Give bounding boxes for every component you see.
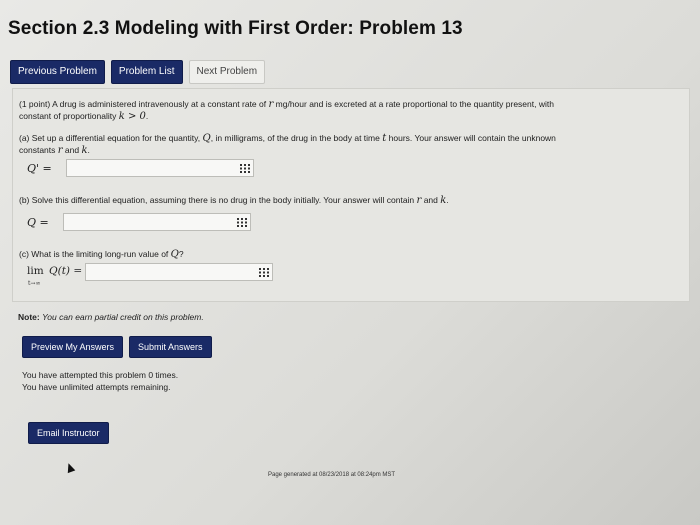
webwork-page: Section 2.3 Modeling with First Order: P…	[0, 0, 700, 525]
part-a-prompt-line2: constants r and k.	[19, 145, 90, 156]
equation-editor-grid-icon[interactable]	[235, 216, 249, 228]
answer-actions: Preview My Answers Submit Answers	[22, 336, 212, 358]
partial-credit-note: Note: You can earn partial credit on thi…	[18, 312, 204, 322]
problem-panel: (1 point) A drug is administered intrave…	[12, 88, 690, 302]
equation-editor-grid-icon[interactable]	[238, 162, 252, 174]
part-a-label: Q' =	[27, 161, 52, 175]
part-b-answer-row: Q =	[27, 213, 251, 231]
problem-intro-line2: constant of proportionality k > 0.	[19, 111, 149, 122]
part-b-answer-input[interactable]	[62, 213, 251, 231]
part-a-answer-input[interactable]	[65, 159, 254, 177]
part-a-prompt: (a) Set up a differential equation for t…	[19, 133, 556, 144]
equation-editor-grid-icon[interactable]	[257, 266, 271, 278]
page-generated-footer: Page generated at 08/23/2018 at 08:24pm …	[268, 472, 396, 478]
part-b-label: Q =	[27, 215, 49, 229]
next-problem-button[interactable]: Next Problem	[188, 60, 266, 84]
part-c-function: Q(t) =	[49, 265, 83, 277]
part-c-answer-input[interactable]	[85, 263, 273, 281]
part-c-lim: lim	[27, 265, 44, 277]
submit-answers-button[interactable]: Submit Answers	[129, 336, 212, 358]
preview-answers-button[interactable]: Preview My Answers	[22, 336, 124, 358]
email-instructor-button[interactable]: Email Instructor	[28, 422, 109, 444]
problem-intro-line1: (1 point) A drug is administered intrave…	[19, 99, 554, 110]
problem-navigation: Previous Problem Problem List Next Probl…	[10, 60, 266, 84]
part-c-answer-row	[85, 263, 273, 281]
page-title: Section 2.3 Modeling with First Order: P…	[8, 18, 463, 39]
previous-problem-button[interactable]: Previous Problem	[10, 60, 105, 84]
part-c-limit-subscript: t→∞	[28, 280, 41, 287]
part-b-prompt: (b) Solve this differential equation, as…	[19, 195, 449, 206]
part-c-prompt: (c) What is the limiting long-run value …	[19, 249, 184, 260]
problem-list-button[interactable]: Problem List	[110, 60, 183, 84]
attempts-status: You have attempted this problem 0 times.…	[22, 370, 179, 392]
mouse-cursor-icon	[64, 461, 76, 474]
part-a-answer-row: Q' =	[27, 159, 254, 177]
